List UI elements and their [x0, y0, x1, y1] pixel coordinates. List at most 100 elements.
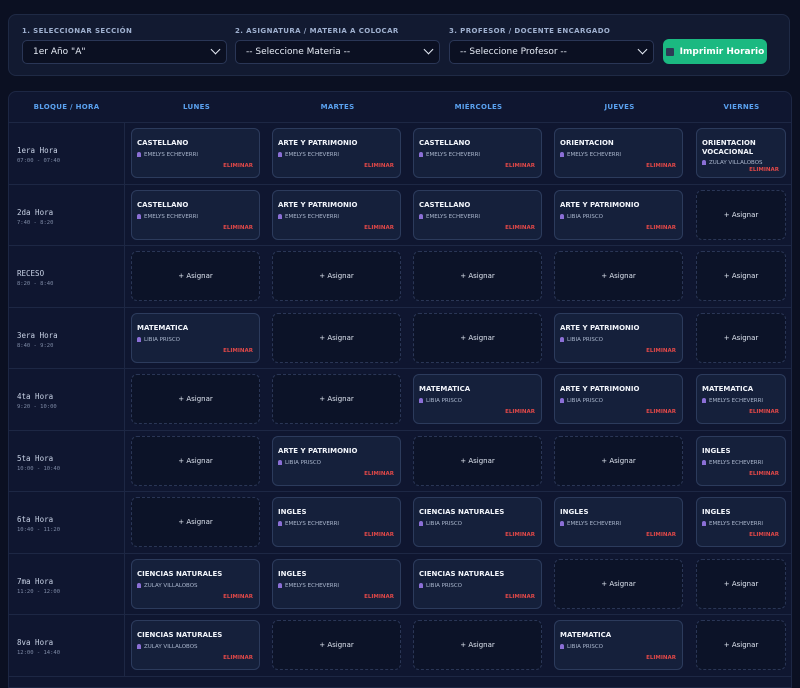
- delete-button[interactable]: ELIMINAR: [749, 471, 779, 477]
- class-card: INGLES EMELYS ECHEVERRI ELIMINAR: [554, 497, 683, 547]
- section-select[interactable]: 1er Año "A": [22, 40, 227, 64]
- empty-slot[interactable]: + Asignar: [131, 435, 260, 486]
- empty-slot[interactable]: + Asignar: [131, 497, 260, 547]
- assign-button[interactable]: + Asignar: [273, 334, 400, 342]
- teacher-select[interactable]: -- Seleccione Profesor --: [449, 40, 654, 64]
- teacher-name-text: EMELYS ECHEVERRI: [567, 521, 622, 527]
- delete-button[interactable]: ELIMINAR: [505, 532, 535, 538]
- assign-button[interactable]: + Asignar: [555, 272, 682, 280]
- delete-button[interactable]: ELIMINAR: [646, 409, 676, 415]
- delete-button[interactable]: ELIMINAR: [364, 225, 394, 231]
- empty-slot[interactable]: + Asignar: [131, 374, 260, 424]
- empty-slot[interactable]: + Asignar: [413, 435, 542, 486]
- assign-button[interactable]: + Asignar: [555, 580, 682, 588]
- delete-button[interactable]: ELIMINAR: [223, 225, 253, 231]
- empty-slot[interactable]: + Asignar: [696, 251, 786, 301]
- delete-button[interactable]: ELIMINAR: [505, 594, 535, 600]
- delete-button[interactable]: ELIMINAR: [749, 409, 779, 415]
- user-icon: [560, 644, 564, 649]
- print-button-label: Imprimir Horario: [679, 46, 765, 57]
- delete-button[interactable]: ELIMINAR: [646, 163, 676, 169]
- assign-button[interactable]: + Asignar: [697, 580, 785, 588]
- user-icon: [278, 521, 282, 526]
- delete-button[interactable]: ELIMINAR: [749, 532, 779, 538]
- subject-name: ARTE Y PATRIMONIO: [560, 323, 640, 332]
- schedule-row: 1era Hora 07:00 - 07:40 CASTELLANO EMELYS E…: [9, 122, 791, 185]
- empty-slot[interactable]: + Asignar: [696, 189, 786, 240]
- empty-slot[interactable]: + Asignar: [272, 374, 401, 424]
- user-icon: [702, 521, 706, 526]
- schedule-header: BLOQUE / HORA LUNES MARTES MIÉRCOLES JUE…: [9, 92, 791, 123]
- assign-button[interactable]: + Asignar: [697, 334, 785, 342]
- empty-slot[interactable]: + Asignar: [131, 251, 260, 301]
- empty-slot[interactable]: + Asignar: [554, 251, 683, 301]
- teacher-name: EMELYS ECHEVERRI: [137, 152, 198, 158]
- teacher-name: LIBIA PRISCO: [419, 398, 462, 404]
- delete-button[interactable]: ELIMINAR: [646, 532, 676, 538]
- assign-button[interactable]: + Asignar: [697, 211, 785, 219]
- empty-slot[interactable]: + Asignar: [696, 312, 786, 363]
- block-name: 8va Hora: [17, 638, 54, 647]
- delete-button[interactable]: ELIMINAR: [364, 594, 394, 600]
- teacher-name-text: EMELYS ECHEVERRI: [285, 521, 340, 527]
- section-control: 1. SELECCIONAR SECCIÓN 1er Año "A": [22, 27, 227, 64]
- delete-button[interactable]: ELIMINAR: [505, 163, 535, 169]
- delete-button[interactable]: ELIMINAR: [749, 167, 779, 173]
- delete-button[interactable]: ELIMINAR: [505, 409, 535, 415]
- empty-slot[interactable]: + Asignar: [413, 312, 542, 363]
- teacher-name: LIBIA PRISCO: [560, 398, 603, 404]
- assign-button[interactable]: + Asignar: [132, 272, 259, 280]
- empty-slot[interactable]: + Asignar: [413, 251, 542, 301]
- empty-slot[interactable]: + Asignar: [696, 620, 786, 670]
- delete-button[interactable]: ELIMINAR: [505, 225, 535, 231]
- assign-button[interactable]: + Asignar: [273, 641, 400, 649]
- empty-slot[interactable]: + Asignar: [272, 251, 401, 301]
- subject-select[interactable]: -- Seleccione Materia --: [235, 40, 440, 64]
- teacher-name: EMELYS ECHEVERRI: [278, 521, 339, 527]
- delete-button[interactable]: ELIMINAR: [223, 594, 253, 600]
- teacher-name: LIBIA PRISCO: [278, 459, 321, 466]
- assign-button[interactable]: + Asignar: [414, 272, 541, 280]
- assign-button[interactable]: + Asignar: [697, 272, 785, 280]
- print-schedule-button[interactable]: Imprimir Horario: [663, 39, 767, 64]
- teacher-name: LIBIA PRISCO: [560, 213, 603, 220]
- empty-slot[interactable]: + Asignar: [272, 620, 401, 670]
- class-card: MATEMATICA LIBIA PRISCO ELIMINAR: [131, 312, 260, 363]
- delete-button[interactable]: ELIMINAR: [223, 655, 253, 661]
- schedule-row: 6ta Hora 10:40 - 11:20 + Asignar INGLES EMEL…: [9, 491, 791, 554]
- block-time: 9:20 - 10:00: [17, 404, 57, 410]
- assign-button[interactable]: + Asignar: [414, 334, 541, 342]
- delete-button[interactable]: ELIMINAR: [223, 348, 253, 354]
- assign-button[interactable]: + Asignar: [132, 518, 259, 526]
- teacher-name: EMELYS ECHEVERRI: [702, 398, 763, 404]
- empty-slot[interactable]: + Asignar: [272, 312, 401, 363]
- empty-slot[interactable]: + Asignar: [554, 435, 683, 486]
- empty-slot[interactable]: + Asignar: [413, 620, 542, 670]
- assign-button[interactable]: + Asignar: [414, 641, 541, 649]
- chevron-down-icon: [637, 44, 648, 55]
- assign-button[interactable]: + Asignar: [273, 395, 400, 403]
- delete-button[interactable]: ELIMINAR: [646, 348, 676, 354]
- empty-slot[interactable]: + Asignar: [696, 558, 786, 609]
- delete-button[interactable]: ELIMINAR: [646, 655, 676, 661]
- delete-button[interactable]: ELIMINAR: [364, 532, 394, 538]
- subject-name: CASTELLANO: [419, 200, 471, 209]
- user-icon: [560, 398, 564, 403]
- assign-button[interactable]: + Asignar: [273, 272, 400, 280]
- block-time: 7:40 - 8:20: [17, 219, 54, 226]
- assign-button[interactable]: + Asignar: [132, 395, 259, 403]
- assign-button[interactable]: + Asignar: [555, 457, 682, 465]
- delete-button[interactable]: ELIMINAR: [646, 225, 676, 231]
- teacher-name: EMELYS ECHEVERRI: [419, 152, 480, 158]
- delete-button[interactable]: ELIMINAR: [364, 163, 394, 169]
- time-block: 2da Hora 7:40 - 8:20: [9, 183, 125, 245]
- delete-button[interactable]: ELIMINAR: [223, 163, 253, 169]
- assign-button[interactable]: + Asignar: [132, 457, 259, 465]
- empty-slot[interactable]: + Asignar: [554, 558, 683, 609]
- delete-button[interactable]: ELIMINAR: [364, 471, 394, 477]
- block-name: 6ta Hora: [17, 515, 54, 524]
- assign-button[interactable]: + Asignar: [697, 641, 785, 649]
- assign-button[interactable]: + Asignar: [414, 457, 541, 465]
- teacher-label: 3. PROFESOR / DOCENTE ENCARGADO: [449, 27, 611, 35]
- subject-label: 2. ASIGNATURA / MATERIA A COLOCAR: [235, 27, 399, 35]
